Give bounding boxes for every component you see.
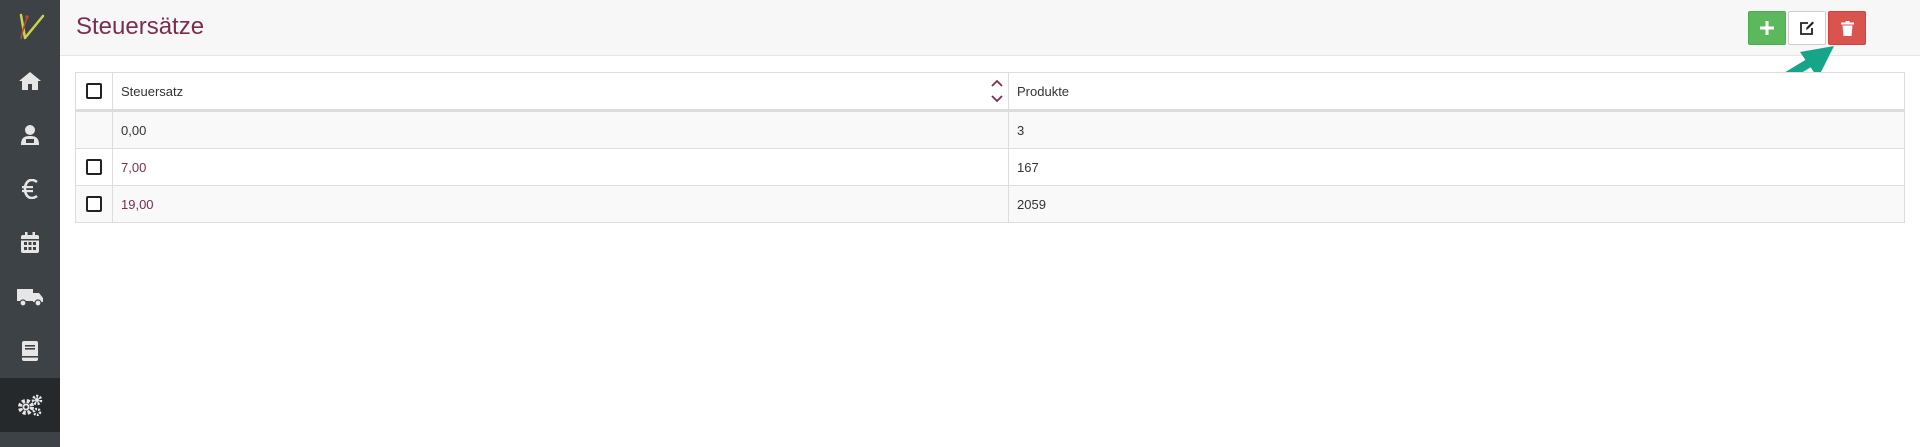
- tax-rate-cell: 7,00: [113, 149, 1009, 185]
- row-checkbox-cell: [76, 186, 113, 222]
- product-count-value: 2059: [1017, 196, 1046, 212]
- column-header-steuersatz[interactable]: Steuersatz: [113, 73, 1009, 109]
- user-icon: [21, 125, 39, 145]
- tax-rate-value: 0,00: [121, 122, 147, 138]
- tax-rates-table: Steuersatz Produkte 0,00 3 7,00 167 19,0…: [75, 72, 1905, 223]
- trash-icon: [1840, 20, 1854, 36]
- table-header-row: Steuersatz Produkte: [76, 73, 1904, 111]
- column-header-label: Steuersatz: [121, 83, 184, 99]
- book-icon: [22, 341, 38, 361]
- product-count-value: 167: [1017, 159, 1039, 175]
- product-count-cell: 2059: [1009, 186, 1904, 222]
- sidebar-item-settings[interactable]: [0, 378, 60, 432]
- page-title: Steuersätze: [76, 13, 205, 40]
- tax-rate-cell: 0,00: [113, 112, 1009, 148]
- table-row: 7,00 167: [76, 148, 1904, 185]
- euro-icon: [22, 179, 38, 199]
- calendar-icon: [21, 232, 39, 253]
- logo[interactable]: [0, 0, 60, 54]
- sidebar: [0, 0, 60, 447]
- row-checkbox-cell: [76, 149, 113, 185]
- table-row: 0,00 3: [76, 111, 1904, 148]
- sidebar-item-home[interactable]: [0, 54, 60, 108]
- sort-icon[interactable]: [990, 76, 1004, 106]
- sidebar-item-euro[interactable]: [0, 162, 60, 216]
- sidebar-item-shipping[interactable]: [0, 270, 60, 324]
- row-checkbox[interactable]: [86, 196, 102, 212]
- product-count-value: 3: [1017, 122, 1025, 138]
- main-content: Steuersätze Steuersatz Produkte 0,00 3 7…: [60, 0, 1920, 447]
- column-header-produkte[interactable]: Produkte: [1009, 73, 1904, 109]
- column-header-label: Produkte: [1017, 83, 1070, 99]
- plus-icon: [1760, 21, 1774, 35]
- home-icon: [19, 72, 41, 90]
- page-header: Steuersätze: [60, 0, 1920, 56]
- sidebar-item-book[interactable]: [0, 324, 60, 378]
- tax-rate-link[interactable]: 7,00: [121, 160, 146, 175]
- select-all-checkbox[interactable]: [86, 83, 102, 99]
- product-count-cell: 3: [1009, 112, 1904, 148]
- tax-rate-cell: 19,00: [113, 186, 1009, 222]
- header-checkbox-cell: [76, 73, 113, 109]
- logo-icon: [19, 13, 45, 40]
- table-row: 19,00 2059: [76, 185, 1904, 222]
- product-count-cell: 167: [1009, 149, 1904, 185]
- sidebar-item-user[interactable]: [0, 108, 60, 162]
- tax-rate-link[interactable]: 19,00: [121, 197, 154, 212]
- row-checkbox[interactable]: [86, 159, 102, 175]
- edit-icon: [1800, 21, 1814, 35]
- gears-icon: [18, 394, 43, 416]
- truck-icon: [17, 289, 43, 307]
- row-checkbox-cell: [76, 112, 113, 148]
- sidebar-item-calendar[interactable]: [0, 216, 60, 270]
